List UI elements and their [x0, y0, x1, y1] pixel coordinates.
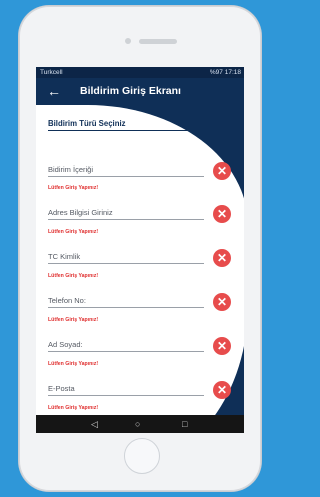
- arrow-left-icon[interactable]: ←: [45, 82, 63, 100]
- address-field-underline: [48, 219, 204, 220]
- status-bar: Turkcell %97 17:18: [36, 67, 244, 78]
- front-camera: [125, 38, 131, 44]
- content-error: Lütfen Giriş Yapınız!: [48, 185, 99, 191]
- close-icon[interactable]: ✕: [213, 249, 231, 267]
- carrier-name: Turkcell: [40, 69, 63, 76]
- name-field-underline: [48, 351, 204, 352]
- phone-field-underline: [48, 307, 204, 308]
- notification-type-select[interactable]: Bildirim Türü Seçiniz: [48, 119, 126, 128]
- form-container: Bildirim Türü Seçiniz Bidirim İçeriği ✕ …: [36, 105, 244, 433]
- physical-home-button[interactable]: [124, 438, 160, 474]
- address-error: Lütfen Giriş Yapınız!: [48, 229, 99, 235]
- email-field-underline: [48, 395, 204, 396]
- close-icon[interactable]: ✕: [213, 162, 231, 180]
- close-icon[interactable]: ✕: [213, 205, 231, 223]
- tc-id-error: Lütfen Giriş Yapınız!: [48, 273, 99, 279]
- nav-home-icon[interactable]: ○: [135, 418, 140, 430]
- tc-id-field-underline: [48, 263, 204, 264]
- phone-error: Lütfen Giriş Yapınız!: [48, 317, 99, 323]
- name-error: Lütfen Giriş Yapınız!: [48, 361, 99, 367]
- name-field[interactable]: Ad Soyad:: [48, 340, 83, 349]
- email-error: Lütfen Giriş Yapınız!: [48, 405, 99, 411]
- speaker-grille: [139, 39, 177, 44]
- tc-id-field[interactable]: TC Kimlik: [48, 252, 80, 261]
- phone-field[interactable]: Telefon No:: [48, 296, 86, 305]
- battery-percent: %97: [209, 69, 223, 76]
- email-field[interactable]: E-Posta: [48, 384, 75, 393]
- close-icon[interactable]: ✕: [213, 337, 231, 355]
- close-icon[interactable]: ✕: [213, 293, 231, 311]
- android-nav-bar: ◁ ○ □: [36, 415, 244, 433]
- address-field[interactable]: Adres Bilgisi Giriniz: [48, 208, 113, 217]
- nav-back-icon[interactable]: ◁: [91, 418, 98, 430]
- content-field-underline: [48, 176, 204, 177]
- page-title: Bildirim Giriş Ekranı: [80, 85, 181, 97]
- notification-type-underline: [48, 130, 204, 131]
- app-screen: Turkcell %97 17:18 ← Bildirim Giriş Ekra…: [36, 67, 244, 433]
- content-field[interactable]: Bidirim İçeriği: [48, 165, 93, 174]
- app-bar: ← Bildirim Giriş Ekranı: [36, 78, 244, 105]
- close-icon[interactable]: ✕: [213, 381, 231, 399]
- status-right: %97 17:18: [210, 67, 241, 78]
- nav-recent-icon[interactable]: □: [182, 418, 187, 430]
- status-time: 17:18: [224, 69, 241, 76]
